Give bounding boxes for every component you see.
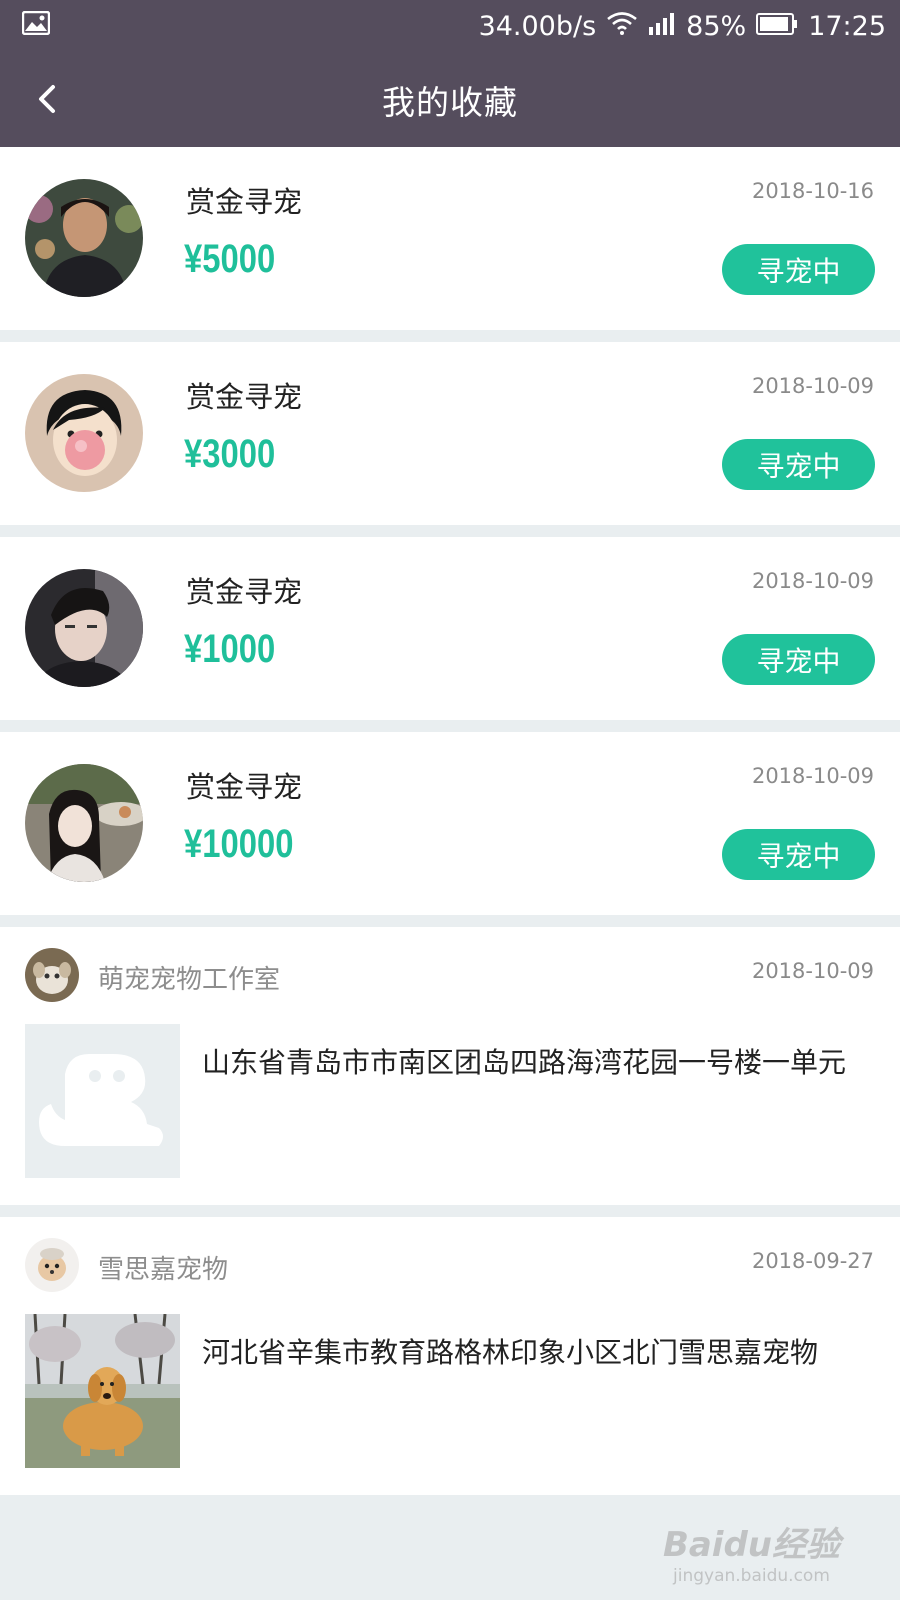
- status-badge[interactable]: 寻宠中: [722, 439, 875, 490]
- post-date: 2018-10-09: [751, 959, 874, 983]
- status-bar: 34.00b/s 85% 17:25: [0, 0, 900, 52]
- post-date: 2018-10-09: [751, 764, 874, 788]
- shop-card[interactable]: 萌宠宠物工作室 2018-10-09 山东省青岛市市南区团岛四路海湾花园一号楼一…: [0, 927, 900, 1205]
- wifi-icon: [606, 11, 638, 42]
- post-date: 2018-10-09: [751, 374, 874, 398]
- image-icon: [21, 10, 51, 42]
- reward-post-card[interactable]: 赏金寻宠 ¥1000 2018-10-09 寻宠中: [0, 537, 900, 720]
- post-date: 2018-10-16: [751, 179, 874, 203]
- avatar: [25, 569, 143, 687]
- avatar: [25, 179, 143, 297]
- dog-photo: [25, 1314, 180, 1468]
- battery-icon: [756, 11, 798, 42]
- reward-amount: ¥1000: [184, 627, 276, 671]
- post-title: 赏金寻宠: [186, 770, 303, 804]
- shop-thumbnail-placeholder: [25, 1024, 180, 1178]
- post-date: 2018-09-27: [751, 1249, 874, 1273]
- status-badge[interactable]: 寻宠中: [722, 244, 875, 295]
- post-title: 赏金寻宠: [186, 575, 303, 609]
- shop-logo: [25, 1238, 79, 1292]
- post-title: 赏金寻宠: [186, 380, 303, 414]
- reward-amount: ¥5000: [184, 237, 276, 281]
- shop-logo: [25, 948, 79, 1002]
- baidu-watermark: Baidu经验 jingyan.baidu.com: [663, 1517, 840, 1586]
- battery-percent: 85%: [686, 10, 747, 42]
- post-date: 2018-10-09: [751, 569, 874, 593]
- clock: 17:25: [808, 10, 886, 42]
- shop-address: 河北省辛集市教育路格林印象小区北门雪思嘉宠物: [202, 1336, 819, 1369]
- avatar: [25, 764, 143, 882]
- reward-post-card[interactable]: 赏金寻宠 ¥3000 2018-10-09 寻宠中: [0, 342, 900, 525]
- page-title: 我的收藏: [382, 82, 518, 122]
- status-badge[interactable]: 寻宠中: [722, 634, 875, 685]
- signal-icon: [648, 11, 676, 42]
- network-speed: 34.00b/s: [478, 10, 597, 42]
- watermark-sub: jingyan.baidu.com: [673, 1566, 830, 1586]
- reward-amount: ¥3000: [184, 432, 276, 476]
- watermark-main: Baidu经验: [662, 1525, 840, 1565]
- shop-address: 山东省青岛市市南区团岛四路海湾花园一号楼一单元: [202, 1046, 847, 1079]
- favorites-list: 赏金寻宠 ¥5000 2018-10-16 寻宠中 赏金寻宠 ¥3000 201…: [0, 147, 900, 1507]
- shop-card[interactable]: 雪思嘉宠物 2018-09-27 河北省辛集市教育路格林印象小区北门雪思嘉宠物: [0, 1217, 900, 1495]
- title-bar: 我的收藏: [0, 52, 900, 147]
- post-title: 赏金寻宠: [186, 185, 303, 219]
- reward-post-card[interactable]: 赏金寻宠 ¥5000 2018-10-16 寻宠中: [0, 147, 900, 330]
- shop-name: 萌宠宠物工作室: [98, 965, 281, 995]
- reward-amount: ¥10000: [184, 822, 294, 866]
- avatar: [25, 374, 143, 492]
- status-badge[interactable]: 寻宠中: [722, 829, 875, 880]
- reward-post-card[interactable]: 赏金寻宠 ¥10000 2018-10-09 寻宠中: [0, 732, 900, 915]
- shop-name: 雪思嘉宠物: [98, 1255, 229, 1285]
